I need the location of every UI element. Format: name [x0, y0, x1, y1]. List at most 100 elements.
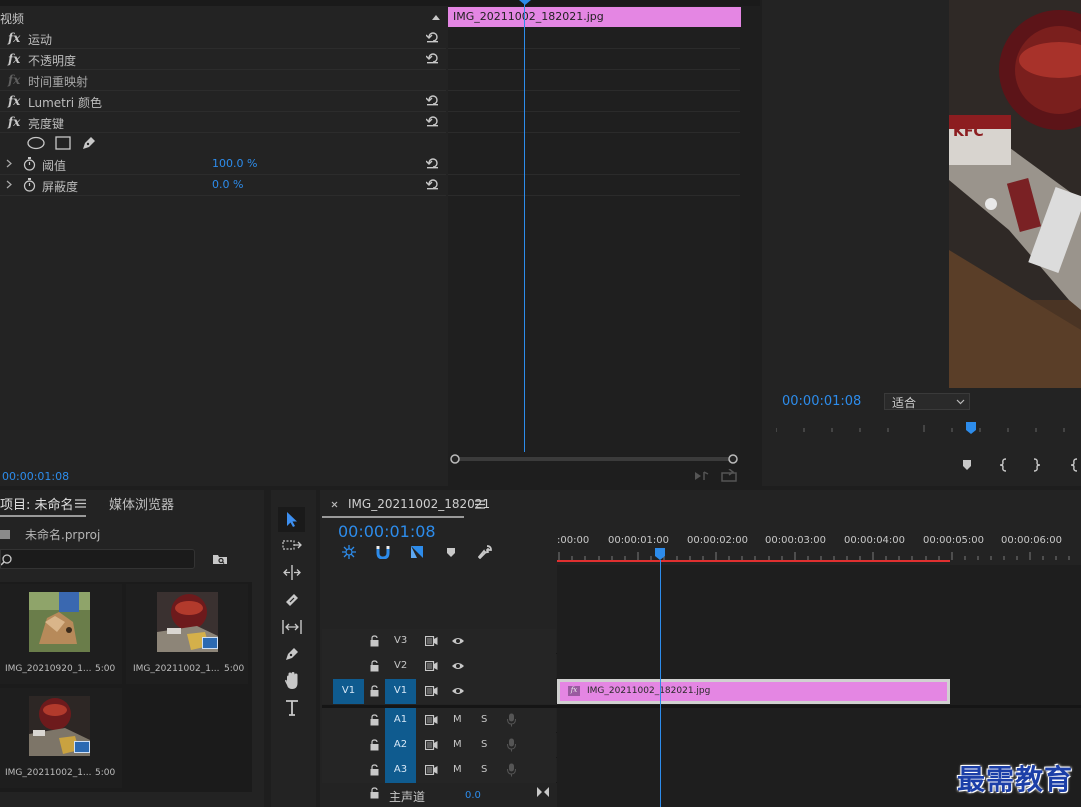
track-lane[interactable]: [557, 733, 1081, 758]
timeline-clip[interactable]: fx IMG_20211002_182021.jpg: [557, 679, 950, 704]
param-value[interactable]: 100.0 %: [212, 157, 257, 170]
slip-tool-icon[interactable]: [282, 620, 302, 634]
track-name[interactable]: V1: [385, 679, 416, 704]
mute-button[interactable]: M: [453, 764, 462, 775]
track-a2[interactable]: A2 M S: [322, 733, 1081, 758]
reset-icon[interactable]: [426, 115, 440, 127]
lock-icon[interactable]: [370, 685, 379, 697]
mark-out-icon[interactable]: [1031, 458, 1041, 472]
track-a1[interactable]: A1 M S: [322, 708, 1081, 733]
ellipse-mask-icon[interactable]: [27, 136, 45, 150]
effect-timecode[interactable]: 00:00:01:08: [2, 470, 69, 483]
track-select-tool-icon[interactable]: [282, 539, 302, 551]
track-name[interactable]: A2: [385, 733, 416, 758]
solo-button[interactable]: S: [481, 764, 487, 775]
eye-icon[interactable]: [451, 686, 465, 696]
effect-zoom-scrollbar[interactable]: [450, 453, 738, 465]
sync-lock-icon[interactable]: [425, 765, 438, 775]
effect-timeline[interactable]: [448, 6, 740, 456]
param-value[interactable]: 0.0 %: [212, 178, 243, 191]
lock-icon[interactable]: [370, 764, 379, 776]
track-lane[interactable]: [557, 708, 1081, 733]
effect-motion[interactable]: fx 运动: [0, 28, 446, 49]
lock-icon[interactable]: [370, 739, 379, 751]
effect-opacity[interactable]: fx 不透明度: [0, 49, 446, 70]
ripple-edit-tool-icon[interactable]: [283, 565, 301, 580]
type-tool-icon[interactable]: [285, 700, 299, 716]
param-threshold[interactable]: 阈值 100.0 %: [0, 154, 446, 175]
stopwatch-icon[interactable]: [23, 157, 36, 171]
reset-icon[interactable]: [426, 178, 440, 190]
timeline-playhead[interactable]: [660, 560, 661, 807]
mark-in-icon[interactable]: [999, 458, 1009, 472]
sync-lock-icon[interactable]: [425, 715, 438, 725]
effect-playhead[interactable]: [524, 0, 525, 452]
playhead-handle-icon[interactable]: [519, 0, 531, 5]
eye-icon[interactable]: [451, 636, 465, 646]
reset-icon[interactable]: [426, 157, 440, 169]
effect-luma-key[interactable]: fx 亮度键: [0, 112, 446, 133]
solo-button[interactable]: S: [481, 714, 487, 725]
lock-icon[interactable]: [370, 660, 379, 672]
master-volume-value[interactable]: 0.0: [465, 790, 481, 801]
pen-tool-icon[interactable]: [284, 646, 300, 662]
fx-icon[interactable]: fx: [8, 94, 20, 108]
fx-icon[interactable]: fx: [8, 31, 20, 45]
track-name[interactable]: A3: [385, 758, 416, 783]
linked-selection-icon[interactable]: [410, 545, 424, 559]
eye-icon[interactable]: [451, 661, 465, 671]
effect-clip-bar[interactable]: IMG_20211002_182021.jpg: [448, 7, 741, 27]
export-frame-icon[interactable]: [721, 469, 737, 482]
go-to-in-icon[interactable]: [1070, 458, 1080, 472]
sync-lock-icon[interactable]: [425, 636, 438, 646]
close-icon[interactable]: [331, 501, 338, 508]
snap-magnet-icon[interactable]: [376, 545, 390, 559]
mute-button[interactable]: M: [453, 739, 462, 750]
panel-menu-icon[interactable]: [475, 500, 485, 509]
track-lane[interactable]: [557, 654, 1081, 679]
project-item[interactable]: IMG_20211002_1... 5:00: [0, 688, 122, 788]
project-search-input[interactable]: [0, 549, 195, 569]
wrench-icon[interactable]: [478, 545, 492, 559]
param-softness[interactable]: 屏蔽度 0.0 %: [0, 175, 446, 196]
mute-button[interactable]: M: [453, 714, 462, 725]
collapse-up-icon[interactable]: [431, 13, 441, 21]
lock-icon[interactable]: [370, 787, 379, 799]
microphone-icon[interactable]: [507, 738, 516, 752]
sequence-tab-label[interactable]: IMG_20211002_182021: [348, 497, 490, 511]
effect-time-remap[interactable]: fx 时间重映射: [0, 70, 446, 91]
nest-sequence-icon[interactable]: [342, 545, 356, 559]
go-to-edit-icon[interactable]: [537, 787, 549, 797]
rectangle-mask-icon[interactable]: [55, 136, 71, 150]
fx-icon[interactable]: fx: [8, 115, 20, 129]
reset-icon[interactable]: [426, 31, 440, 43]
track-v2[interactable]: V2: [322, 654, 1081, 679]
microphone-icon[interactable]: [507, 763, 516, 777]
sync-lock-icon[interactable]: [425, 686, 438, 696]
hand-tool-icon[interactable]: [284, 672, 300, 689]
pen-mask-icon[interactable]: [81, 135, 97, 151]
effect-lumetri[interactable]: fx Lumetri 颜色: [0, 91, 446, 112]
sync-lock-icon[interactable]: [425, 740, 438, 750]
microphone-icon[interactable]: [507, 713, 516, 727]
track-v3[interactable]: V3: [322, 629, 1081, 654]
program-timecode[interactable]: 00:00:01:08: [782, 394, 861, 409]
panel-menu-icon[interactable]: [75, 499, 86, 508]
tab-project[interactable]: 项目: 未命名: [0, 494, 74, 513]
track-lane[interactable]: [557, 629, 1081, 654]
tab-media-browser[interactable]: 媒体浏览器: [109, 494, 174, 513]
project-item[interactable]: IMG_20210920_1... 5:00: [0, 584, 122, 684]
sync-lock-icon[interactable]: [425, 661, 438, 671]
stopwatch-icon[interactable]: [23, 178, 36, 192]
project-item[interactable]: IMG_20211002_1... 5:00: [126, 584, 248, 684]
lock-icon[interactable]: [370, 635, 379, 647]
filter-audio-icon[interactable]: [694, 470, 710, 482]
add-marker-icon[interactable]: [961, 459, 973, 471]
program-monitor-frame[interactable]: KFC: [949, 0, 1081, 388]
add-marker-icon[interactable]: [446, 547, 456, 558]
reset-icon[interactable]: [426, 52, 440, 64]
reset-icon[interactable]: [426, 94, 440, 106]
playhead-handle-icon[interactable]: [654, 548, 666, 560]
new-search-bin-icon[interactable]: [212, 553, 228, 565]
sequence-timecode[interactable]: 00:00:01:08: [338, 522, 436, 541]
